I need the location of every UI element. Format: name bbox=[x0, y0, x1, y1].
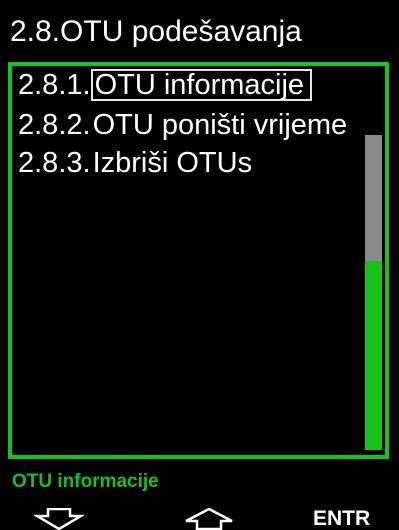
enter-button[interactable]: ENTR bbox=[313, 508, 393, 530]
up-button[interactable] bbox=[183, 508, 235, 530]
arrow-down-icon bbox=[34, 508, 84, 530]
menu-item-otu-informacije[interactable]: 2.8.1. OTU informacije bbox=[18, 69, 313, 101]
menu-item-izbrisi-otus[interactable]: 2.8.3.Izbriši OTUs bbox=[18, 147, 256, 179]
menu-item-label: OTU informacije bbox=[90, 69, 313, 101]
menu-list: 2.8.1. OTU informacije 2.8.2.OTU poništi … bbox=[8, 62, 389, 459]
down-button[interactable] bbox=[34, 508, 84, 530]
menu-item-otu-ponisti-vrijeme[interactable]: 2.8.2.OTU poništi vrijeme bbox=[18, 109, 351, 141]
menu-item-label: Izbriši OTUs bbox=[92, 147, 253, 179]
menu-item-number: 2.8.3. bbox=[18, 147, 91, 179]
menu-item-number: 2.8.2. bbox=[18, 109, 91, 141]
scrollbar-thumb[interactable] bbox=[365, 135, 382, 261]
arrow-up-icon bbox=[183, 508, 235, 530]
page-title: 2.8.OTU podešavanja bbox=[10, 15, 302, 48]
menu-item-number: 2.8.1. bbox=[18, 69, 91, 101]
title-bar: 2.8.OTU podešavanja bbox=[0, 0, 399, 62]
menu-item-label: OTU poništi vrijeme bbox=[92, 109, 348, 141]
status-text: OTU informacije bbox=[12, 471, 159, 492]
